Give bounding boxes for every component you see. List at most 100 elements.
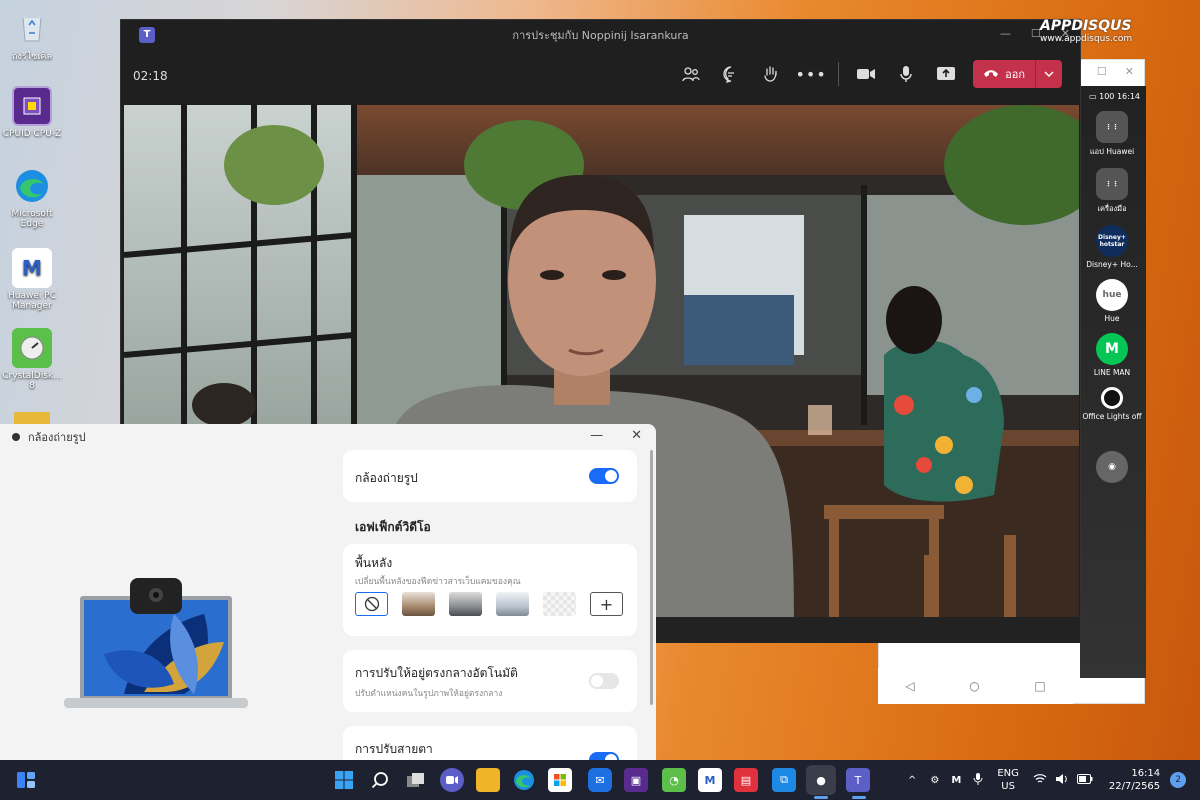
crystaldisk-taskbar-icon[interactable]: ◔ <box>662 768 686 792</box>
phone-app-label: Office Lights off <box>1082 412 1142 421</box>
mail-icon[interactable]: ✉ <box>588 768 612 792</box>
language-indicator[interactable]: ENG US <box>997 767 1019 793</box>
chat-icon[interactable] <box>718 61 744 87</box>
phone-app-label: LINE MAN <box>1093 368 1131 377</box>
participants-icon[interactable] <box>678 61 704 87</box>
background-option-none[interactable] <box>355 592 388 616</box>
cpu-z-taskbar-icon[interactable]: ▣ <box>624 768 648 792</box>
cpu-z-icon <box>12 86 52 126</box>
desktop-icon-huawei-pc-manager[interactable]: M Huawei PC Manager <box>0 248 64 311</box>
eye-contact-card: การปรับสายตา <box>343 726 637 760</box>
close-icon[interactable]: ✕ <box>1125 65 1134 78</box>
phone-app-label: เครื่องมือ <box>1097 204 1127 213</box>
phone-app-tools[interactable]: ⋮⋮ เครื่องมือ <box>1080 168 1144 215</box>
teams-titlebar: T การประชุมกับ Noppinij Isarankura — ☐ ✕ <box>121 20 1080 50</box>
teams-taskbar-icon[interactable]: T <box>846 768 870 792</box>
notification-badge[interactable]: 2 <box>1170 772 1187 788</box>
phone-app-label: Disney+ Ho... <box>1086 260 1138 269</box>
close-icon[interactable]: ✕ <box>631 428 642 443</box>
desktop-icon-label: Huawei PC Manager <box>8 291 56 311</box>
meeting-title: การประชุมกับ Noppinij Isarankura <box>512 29 689 42</box>
maximize-icon[interactable]: ☐ <box>1097 65 1107 78</box>
more-options-icon[interactable]: ••• <box>795 61 825 87</box>
background-option-room-2[interactable] <box>449 592 482 616</box>
phone-app-office-lights[interactable]: Office Lights off <box>1080 387 1144 421</box>
camera-toggle-card: กล้องถ่ายรูป <box>343 450 637 502</box>
microphone-tray-icon[interactable] <box>973 772 983 789</box>
share-screen-icon[interactable] <box>933 61 959 87</box>
start-icon[interactable] <box>332 768 356 792</box>
desktop-icon-cpu-z[interactable]: CPUID CPU-Z <box>0 86 64 139</box>
auto-center-card: การปรับให้อยู่ตรงกลางอัตโนมัติ ปรับตำแหน… <box>343 650 637 712</box>
meeting-timer: 02:18 <box>133 69 168 83</box>
camera-icon[interactable] <box>853 61 879 87</box>
huawei-manager-tray-icon[interactable]: M <box>951 775 961 786</box>
edge-taskbar-icon[interactable] <box>512 768 536 792</box>
task-view-icon[interactable] <box>404 768 428 792</box>
settings-sliders-icon[interactable]: ⚙ <box>930 775 939 786</box>
phone-app-camera[interactable]: ◉ <box>1080 451 1144 483</box>
phone-battery: 100 <box>1099 92 1115 101</box>
hang-up-icon <box>983 68 999 81</box>
minimize-icon[interactable]: — <box>1000 27 1011 40</box>
multi-screen-icon[interactable]: ⧉ <box>772 768 796 792</box>
wifi-icon[interactable] <box>1033 773 1047 787</box>
background-card: พื้นหลัง เปลี่ยนพื้นหลังของฟีดข่าวสารเว็… <box>343 544 637 636</box>
background-option-blur[interactable] <box>543 592 576 616</box>
camera-app-icon: ◉ <box>1096 451 1128 483</box>
microphone-icon[interactable] <box>893 61 919 87</box>
battery-icon[interactable] <box>1076 773 1093 787</box>
huawei-pc-manager-taskbar-icon[interactable]: M <box>698 768 722 792</box>
add-background-button[interactable]: + <box>590 592 623 616</box>
widgets-icon[interactable] <box>14 768 38 792</box>
huawei-pc-manager-icon: M <box>12 248 52 288</box>
desktop-icon-recycle-bin[interactable]: ถังรีไซเคิล <box>0 6 64 63</box>
search-icon[interactable] <box>368 768 392 792</box>
desktop-icon-edge[interactable]: Microsoft Edge <box>0 166 64 229</box>
home-icon[interactable]: ○ <box>969 679 979 693</box>
camera-window-title: กล้องถ่ายรูป <box>28 431 86 444</box>
recents-icon[interactable]: □ <box>1034 679 1045 693</box>
background-option-room-3[interactable] <box>496 592 529 616</box>
clock-date: 22/7/2565 <box>1108 781 1161 792</box>
phone-app-line-man[interactable]: M LINE MAN <box>1080 333 1144 377</box>
camera-toggle[interactable] <box>589 468 619 484</box>
toolbar-divider <box>838 62 840 86</box>
teams-chat-icon[interactable] <box>440 768 464 792</box>
leave-main[interactable]: ออก <box>973 65 1035 83</box>
minimize-icon[interactable]: — <box>590 428 603 443</box>
camera-settings-window: กล้องถ่ายรูป — ✕ กล้องถ่ายรูป เอฟเฟ็กต์ว… <box>0 424 656 760</box>
clock[interactable]: 16:14 22/7/2565 <box>1109 767 1160 793</box>
camera-toggle-label: กล้องถ่ายรูป <box>355 471 418 485</box>
settings-scrollbar[interactable] <box>650 450 653 705</box>
volume-icon[interactable] <box>1055 773 1069 788</box>
phone-app-disney[interactable]: Disney+ hotstar Disney+ Ho... <box>1080 225 1144 269</box>
region-code: US <box>1001 781 1015 792</box>
taskbar: ✉ ▣ ◔ M ▤ ⧉ ● T ^ ⚙ M ENG US 16:14 22/7/… <box>0 760 1200 800</box>
camera-status-dot-icon <box>12 433 20 441</box>
auto-center-toggle[interactable] <box>589 673 619 689</box>
desktop-icon-crystaldisk[interactable]: CrystalDisk... 8 <box>0 328 64 391</box>
eye-contact-toggle[interactable] <box>589 752 619 760</box>
plus-icon: + <box>599 594 614 614</box>
leave-label: ออก <box>1005 68 1025 81</box>
phone-app-huawei[interactable]: ⋮⋮ แอป Huawei <box>1080 111 1144 158</box>
file-explorer-icon[interactable] <box>476 768 500 792</box>
video-effects-heading: เอฟเฟ็กต์วิดีโอ <box>355 520 431 534</box>
background-option-room-1[interactable] <box>402 592 435 616</box>
background-description: เปลี่ยนพื้นหลังของฟีดข่าวสารเว็บแคมของคุ… <box>355 577 521 587</box>
leave-dropdown-chevron-icon[interactable] <box>1035 60 1062 88</box>
background-title: พื้นหลัง <box>355 556 393 570</box>
back-icon[interactable]: ◁ <box>905 679 914 693</box>
chevron-up-icon[interactable]: ^ <box>908 775 916 786</box>
raise-hand-icon[interactable] <box>758 61 784 87</box>
watermark-url: www.appdisqus.com <box>1040 34 1133 44</box>
huawei-app-gallery-icon[interactable]: ▤ <box>734 768 758 792</box>
microsoft-store-icon[interactable] <box>548 768 572 792</box>
leave-button[interactable]: ออก <box>973 60 1062 88</box>
camera-taskbar-icon[interactable]: ● <box>806 765 836 795</box>
active-app-indicator <box>852 796 866 799</box>
huawei-apps-folder-icon: ⋮⋮ <box>1096 111 1128 143</box>
active-app-indicator <box>814 796 828 799</box>
phone-app-hue[interactable]: hue Hue <box>1080 279 1144 323</box>
